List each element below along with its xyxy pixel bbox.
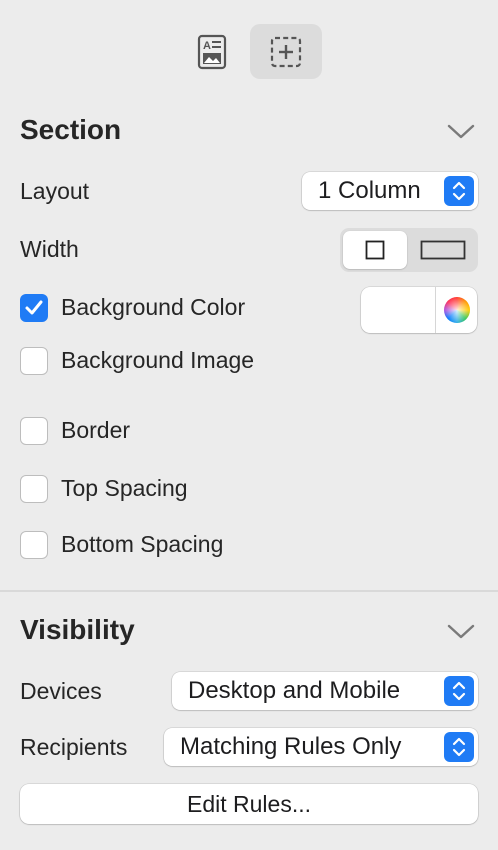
recipients-value: Matching Rules Only bbox=[180, 733, 402, 760]
updown-chevron-icon bbox=[444, 176, 474, 206]
section-title: Section bbox=[20, 114, 122, 145]
visibility-chevron-down-icon[interactable] bbox=[446, 620, 476, 642]
devices-value: Desktop and Mobile bbox=[188, 677, 401, 704]
top-spacing-label: Top Spacing bbox=[61, 475, 188, 501]
devices-popup[interactable]: Desktop and Mobile bbox=[172, 672, 478, 710]
section-chevron-down-icon[interactable] bbox=[446, 120, 476, 142]
devices-label: Devices bbox=[20, 678, 102, 704]
bottom-spacing-checkbox[interactable] bbox=[20, 531, 48, 559]
width-segmented-control bbox=[340, 228, 478, 272]
visibility-title: Visibility bbox=[20, 614, 135, 645]
background-image-checkbox[interactable] bbox=[20, 347, 48, 375]
updown-chevron-icon bbox=[444, 676, 474, 706]
add-section-button[interactable] bbox=[250, 24, 322, 79]
width-label: Width bbox=[20, 236, 79, 262]
add-section-icon bbox=[270, 36, 302, 67]
updown-chevron-icon bbox=[444, 732, 474, 762]
document-format-icon: A bbox=[197, 34, 227, 69]
background-color-well[interactable] bbox=[361, 287, 477, 333]
narrow-width-icon bbox=[365, 240, 385, 260]
document-format-button[interactable]: A bbox=[176, 24, 248, 79]
width-full-segment[interactable] bbox=[410, 231, 475, 269]
layout-popup[interactable]: 1 Column bbox=[302, 172, 478, 210]
edit-rules-button[interactable]: Edit Rules... bbox=[20, 784, 478, 824]
recipients-label: Recipients bbox=[20, 734, 128, 760]
color-wheel-icon[interactable] bbox=[444, 297, 470, 323]
svg-text:A: A bbox=[203, 40, 211, 52]
border-checkbox[interactable] bbox=[20, 417, 48, 445]
layout-label: Layout bbox=[20, 178, 90, 204]
border-label: Border bbox=[61, 417, 131, 443]
color-well-divider bbox=[435, 287, 436, 333]
width-narrow-segment[interactable] bbox=[343, 231, 407, 269]
top-spacing-checkbox[interactable] bbox=[20, 475, 48, 503]
full-width-icon bbox=[420, 240, 465, 260]
checkmark-icon bbox=[25, 300, 43, 315]
background-image-label: Background Image bbox=[61, 347, 255, 373]
layout-value: 1 Column bbox=[318, 177, 421, 204]
section-divider bbox=[0, 590, 498, 592]
recipients-popup[interactable]: Matching Rules Only bbox=[164, 728, 478, 766]
background-color-checkbox[interactable] bbox=[20, 294, 48, 322]
background-color-label: Background Color bbox=[61, 294, 246, 320]
bottom-spacing-label: Bottom Spacing bbox=[61, 531, 224, 557]
